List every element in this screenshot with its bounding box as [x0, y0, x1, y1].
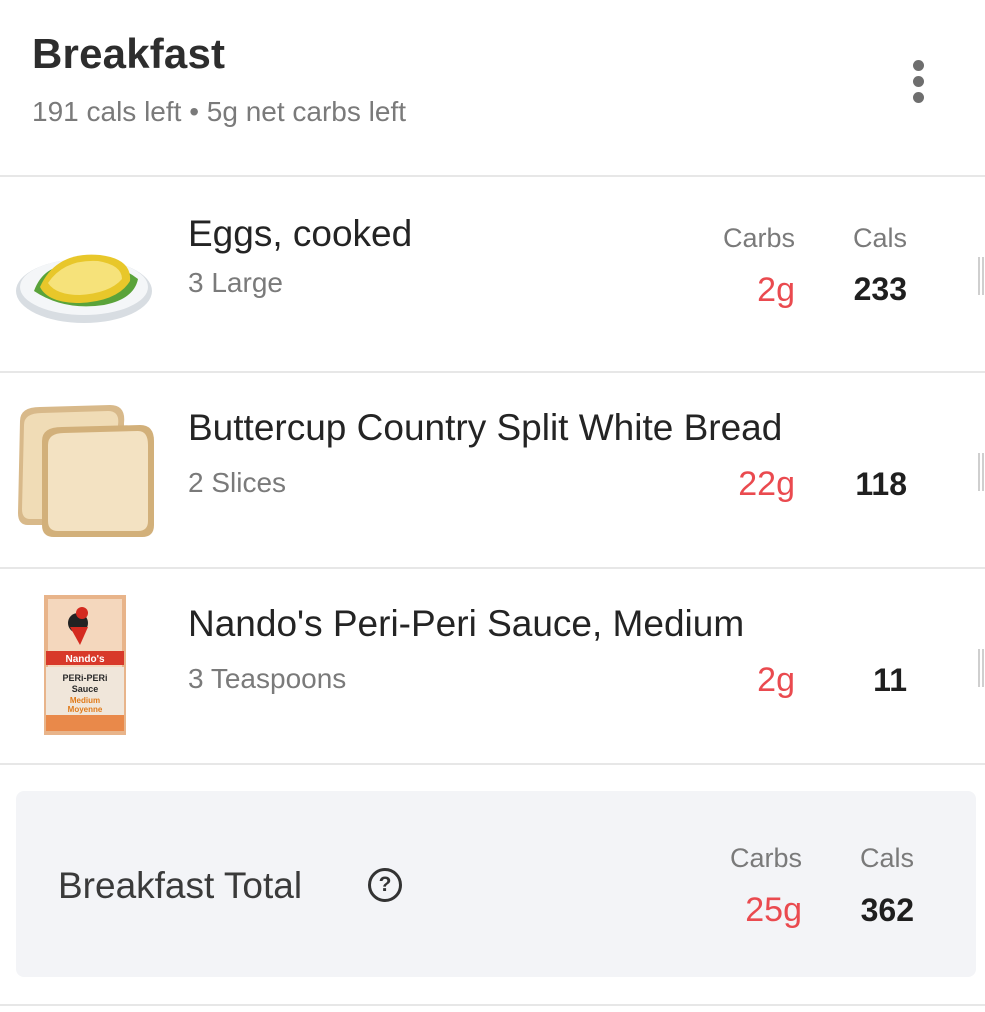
drag-handle-icon[interactable] — [978, 257, 985, 295]
divider — [0, 1004, 985, 1006]
total-label: Breakfast Total — [58, 865, 303, 906]
total-carbs-value: 25g — [745, 891, 802, 929]
carbs-value: 2g — [757, 661, 795, 699]
divider — [0, 763, 985, 765]
carbs-header: Carbs — [729, 843, 802, 873]
cals-value: 11 — [873, 662, 907, 698]
meal-header: Breakfast 191 cals left • 5g net carbs l… — [0, 0, 985, 175]
food-row-eggs[interactable]: Eggs, cooked 3 Large Carbs Cals 2g 233 — [0, 177, 985, 371]
drag-handle-icon[interactable] — [978, 453, 985, 491]
carbs-value: 22g — [738, 465, 795, 503]
sauce-line2-text: Sauce — [72, 684, 99, 694]
cals-value: 118 — [855, 466, 907, 502]
cals-header: Cals — [859, 843, 914, 873]
food-name: Eggs, cooked — [188, 213, 413, 254]
sauce-line1-text: PERi-PERi — [62, 673, 107, 683]
meal-title: Breakfast — [32, 30, 226, 77]
food-row-sauce[interactable]: Nando's PERi-PERi Sauce Medium Moyenne N… — [0, 569, 985, 763]
food-portion: 2 Slices — [188, 467, 287, 498]
carbs-value: 2g — [757, 271, 795, 309]
total-cals-value: 362 — [860, 892, 914, 928]
food-portion: 3 Large — [188, 267, 283, 298]
food-name: Nando's Peri-Peri Sauce, Medium — [188, 603, 745, 644]
cals-value: 233 — [853, 271, 907, 307]
cals-header: Cals — [852, 223, 907, 253]
food-portion: 3 Teaspoons — [188, 663, 347, 694]
sauce-line4-text: Moyenne — [68, 705, 103, 714]
drag-handle-icon[interactable] — [978, 649, 985, 687]
sauce-brand-text: Nando's — [65, 654, 104, 665]
meal-total-card: Breakfast Total ? Carbs Cals 25g 362 — [16, 791, 976, 977]
bread-slices-icon — [18, 405, 154, 537]
sauce-bottle-icon: Nando's PERi-PERi Sauce Medium Moyenne — [44, 595, 126, 735]
help-circle-icon[interactable]: ? — [368, 868, 402, 902]
egg-plate-icon — [16, 254, 152, 323]
sauce-line3-text: Medium — [70, 696, 100, 705]
food-name: Buttercup Country Split White Bread — [188, 407, 783, 448]
food-row-bread[interactable]: Buttercup Country Split White Bread 2 Sl… — [0, 373, 985, 567]
carbs-header: Carbs — [722, 223, 795, 253]
more-vertical-icon[interactable] — [900, 56, 938, 106]
meal-summary: 191 cals left • 5g net carbs left — [32, 96, 407, 127]
